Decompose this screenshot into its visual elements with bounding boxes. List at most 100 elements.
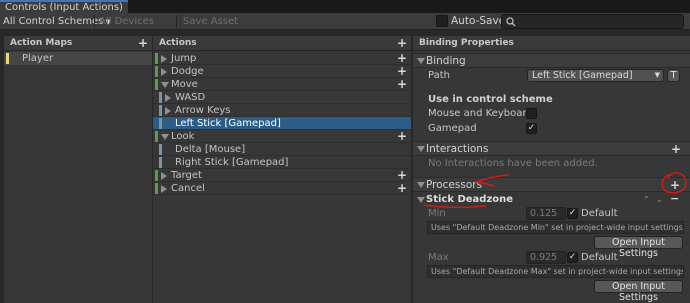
min-label: Min (428, 208, 446, 219)
toolbar-divider (176, 15, 177, 28)
binding-row[interactable]: Right Stick [Gamepad] (153, 156, 411, 169)
min-value-field[interactable]: 0.125 (526, 207, 566, 220)
window-tab-bar: Controls (Input Actions) (0, 0, 690, 13)
min-default-checkbox[interactable]: ✓ (567, 208, 578, 219)
add-action-button[interactable]: + (397, 37, 407, 49)
action-map-color-bar (6, 53, 9, 64)
control-scheme-heading: Use in control scheme (428, 94, 553, 105)
action-row[interactable]: Look + (153, 130, 411, 143)
action-map-item[interactable]: Player (4, 52, 152, 65)
row-color-bar (155, 131, 158, 142)
max-help-box: Uses "Default Deadzone Max" set in proje… (427, 265, 684, 278)
binding-row[interactable]: Left Stick [Gamepad] (153, 117, 411, 130)
actions-pane: Actions + Jump + Dodge + Move + WASD Arrow Keys… (153, 36, 411, 303)
row-color-bar (159, 118, 162, 129)
interactions-section-label: Interactions (426, 143, 489, 155)
composite-row[interactable]: WASD (153, 91, 411, 104)
action-row[interactable]: Target + (153, 169, 411, 182)
composite-row[interactable]: Arrow Keys (153, 104, 411, 117)
row-divider (153, 194, 411, 195)
search-icon (506, 17, 516, 27)
binding-properties-title: Binding Properties (419, 38, 514, 48)
row-color-bar (159, 144, 162, 155)
action-row[interactable]: Jump + (153, 52, 411, 65)
max-default-checkbox[interactable]: ✓ (567, 252, 578, 263)
control-scheme-label: All Control Schemes (3, 16, 104, 27)
move-down-icon[interactable]: ⌄ (656, 193, 663, 206)
actions-header: Actions + (153, 36, 411, 51)
foldout-collapsed-icon[interactable] (161, 172, 167, 180)
processor-item-header[interactable]: Stick Deadzone ⌃ ⌄ − (413, 193, 690, 206)
row-color-bar (155, 66, 158, 77)
row-color-bar (159, 92, 162, 103)
scheme-gamepad-checkbox[interactable]: ✓ (526, 123, 537, 134)
toolbar-divider (94, 15, 95, 28)
open-input-settings-button[interactable]: Open Input Settings (594, 236, 683, 259)
add-binding-button[interactable]: + (397, 78, 407, 90)
toolbar: All Control Schemes ▼ All Devices Save As… (0, 13, 690, 30)
interactions-section-header[interactable]: Interactions + (413, 141, 690, 156)
window-tab[interactable]: Controls (Input Actions) (0, 0, 128, 13)
max-value-field[interactable]: 0.925 (526, 251, 566, 264)
foldout-collapsed-icon[interactable] (161, 55, 167, 63)
add-binding-button[interactable]: + (397, 182, 407, 194)
processors-section-label: Processors (426, 179, 483, 191)
action-maps-header: Action Maps + (4, 36, 152, 51)
min-default-label: Default (581, 208, 618, 219)
scheme-mouse-keyboard-label: Mouse and Keyboard (428, 108, 533, 119)
binding-section-label: Binding (426, 55, 466, 67)
action-maps-title: Action Maps (10, 38, 73, 48)
path-label: Path (428, 70, 450, 81)
binding-properties-pane: Binding Properties Binding Path Left Sti… (413, 36, 690, 303)
foldout-expanded-icon (417, 58, 425, 64)
row-color-bar (159, 105, 162, 116)
min-help-box: Uses "Default Deadzone Min" set in proje… (427, 221, 684, 234)
path-dropdown[interactable]: Left Stick [Gamepad] ▼ (527, 69, 664, 82)
scheme-mouse-keyboard-checkbox[interactable] (526, 108, 537, 119)
foldout-collapsed-icon[interactable] (161, 68, 167, 76)
text-mode-button[interactable]: T (667, 69, 680, 82)
scheme-gamepad-label: Gamepad (428, 123, 477, 134)
path-value: Left Stick [Gamepad] (532, 70, 633, 81)
foldout-collapsed-icon[interactable] (165, 107, 171, 115)
action-row[interactable]: Move + (153, 78, 411, 91)
foldout-collapsed-icon[interactable] (161, 185, 167, 193)
processor-name: Stick Deadzone (426, 194, 514, 205)
move-up-icon[interactable]: ⌃ (643, 193, 650, 206)
foldout-expanded-icon[interactable] (161, 82, 169, 88)
search-input[interactable] (501, 14, 684, 29)
binding-section-header[interactable]: Binding (413, 53, 690, 68)
max-default-label: Default (581, 252, 618, 263)
processors-section-header[interactable]: Processors + (413, 177, 690, 192)
foldout-collapsed-icon[interactable] (165, 94, 171, 102)
add-binding-button[interactable]: + (397, 52, 407, 64)
action-row[interactable]: Dodge + (153, 65, 411, 78)
foldout-expanded-icon (417, 146, 425, 152)
add-processor-button[interactable]: + (670, 179, 680, 191)
auto-save-label: Auto-Save (451, 15, 506, 27)
action-maps-pane: Action Maps + Player (4, 36, 152, 303)
max-label: Max (428, 252, 449, 263)
add-action-map-button[interactable]: + (138, 37, 148, 49)
actions-title: Actions (159, 38, 197, 48)
add-binding-button[interactable]: + (397, 65, 407, 77)
open-input-settings-button[interactable]: Open Input Settings (594, 280, 683, 303)
row-color-bar (155, 53, 158, 64)
devices-dropdown[interactable]: All Devices (99, 14, 154, 29)
foldout-expanded-icon[interactable] (161, 134, 169, 140)
remove-processor-icon[interactable]: − (670, 193, 679, 205)
add-interaction-button[interactable]: + (671, 143, 681, 155)
foldout-expanded-icon (417, 182, 425, 188)
row-color-bar (155, 79, 158, 90)
add-binding-button[interactable]: + (397, 169, 407, 181)
add-binding-button[interactable]: + (397, 130, 407, 142)
foldout-expanded-icon (417, 197, 425, 203)
devices-label: All Devices (99, 16, 154, 27)
binding-properties-header: Binding Properties (413, 36, 690, 51)
chevron-down-icon: ▼ (654, 71, 660, 79)
action-map-label: Player (22, 53, 54, 64)
auto-save-checkbox[interactable] (436, 15, 448, 27)
action-row[interactable]: Cancel + (153, 182, 411, 195)
save-asset-button[interactable]: Save Asset (180, 14, 240, 29)
binding-row[interactable]: Delta [Mouse] (153, 143, 411, 156)
